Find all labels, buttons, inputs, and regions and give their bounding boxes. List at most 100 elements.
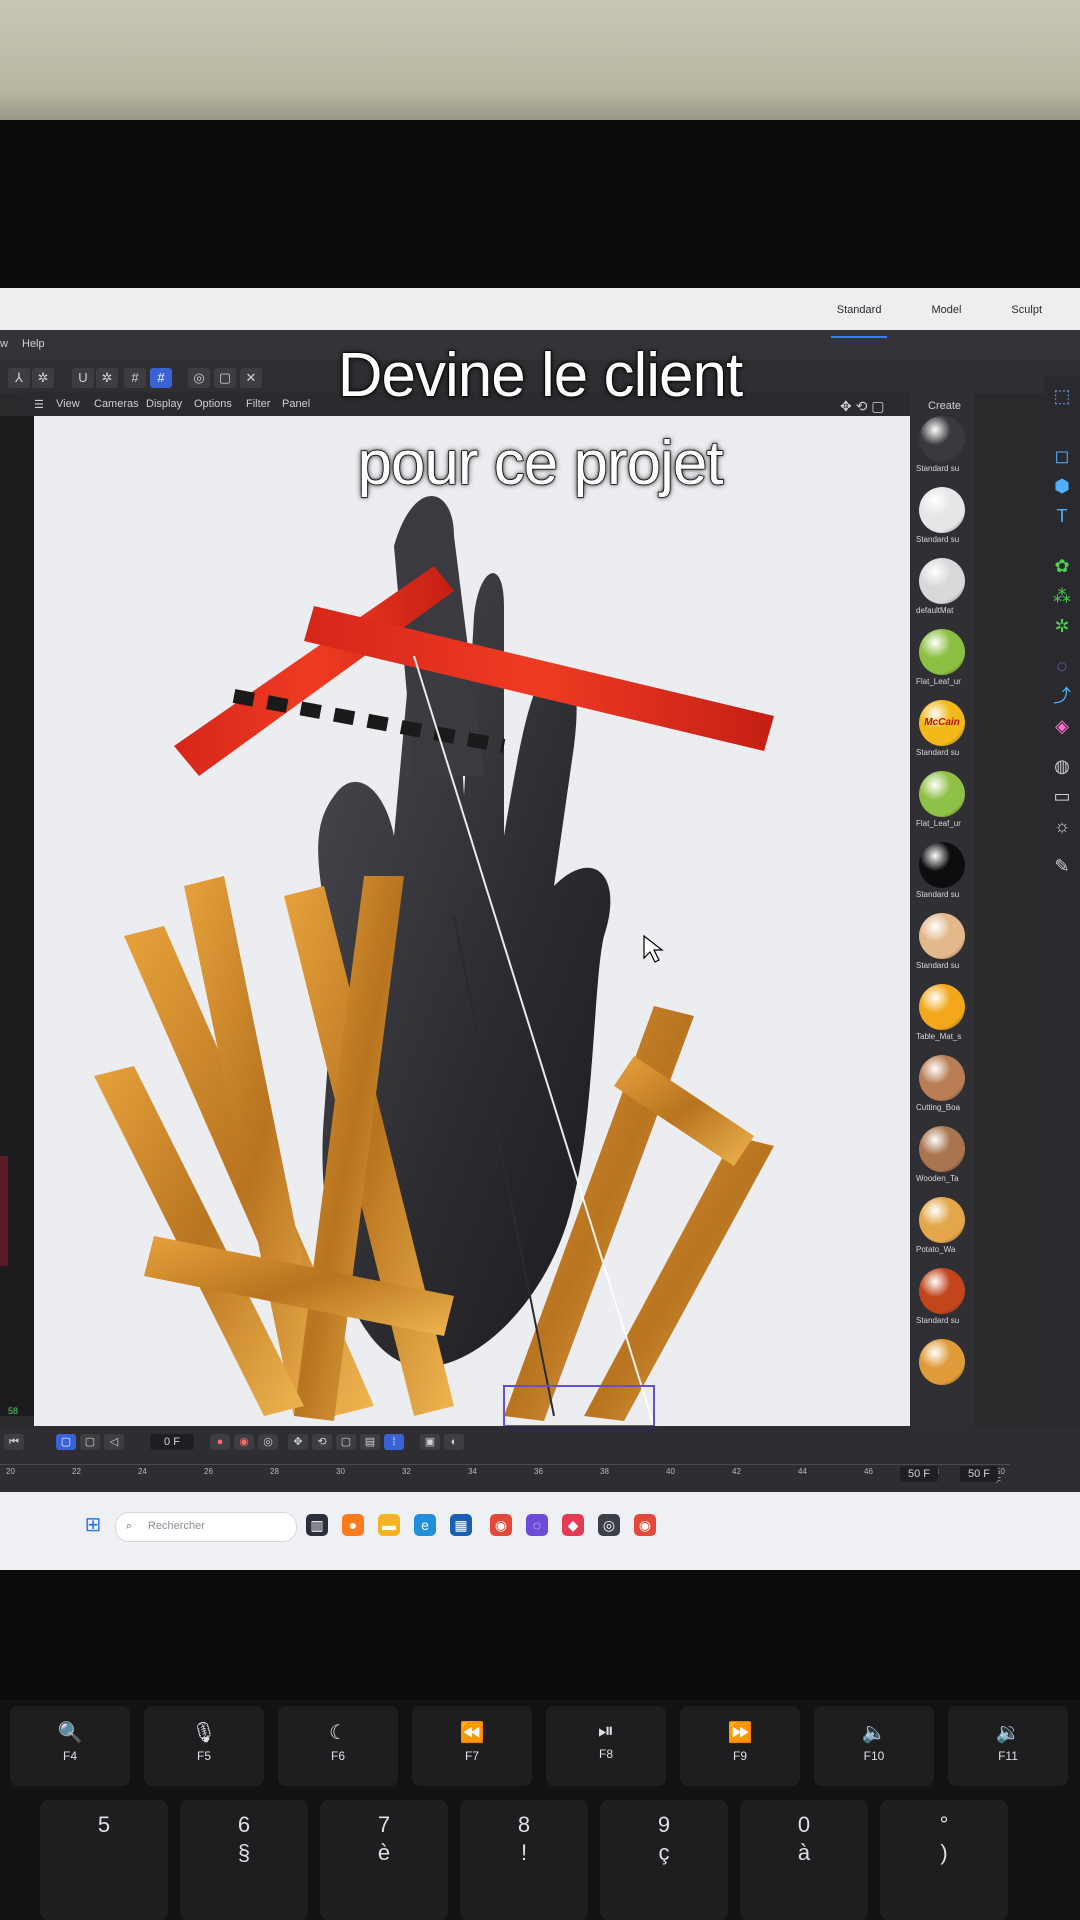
text-icon[interactable]: T xyxy=(1052,506,1072,526)
loop-icon[interactable]: ◐ xyxy=(444,1434,464,1450)
3d-viewport[interactable] xyxy=(34,416,910,1426)
function-key[interactable]: ⏯ F8 xyxy=(546,1706,666,1786)
firefox-icon[interactable]: ● xyxy=(342,1514,364,1536)
search-icon: ⌕ xyxy=(126,1520,133,1532)
material-swatch[interactable]: Flat_Leaf_ur xyxy=(916,629,968,686)
record-key-icon[interactable]: ▢ xyxy=(56,1434,76,1450)
material-preview xyxy=(919,1197,965,1243)
material-swatch[interactable]: Standard su xyxy=(916,913,968,970)
material-swatch[interactable]: Standard su xyxy=(916,1268,968,1325)
cloner-icon[interactable]: ⁂ xyxy=(1052,586,1072,606)
material-label: Flat_Leaf_ur xyxy=(916,819,961,828)
key-symbol-icon: 🔍 xyxy=(57,1722,83,1744)
function-key[interactable]: ⏪ F7 xyxy=(412,1706,532,1786)
audio-icon[interactable]: ◁ xyxy=(104,1434,124,1450)
function-key[interactable]: 🔈 F10 xyxy=(814,1706,934,1786)
material-swatch[interactable]: Potato_Wa xyxy=(916,1197,968,1254)
timeline-tick-label: 46 xyxy=(864,1467,873,1476)
generator-icon[interactable]: ✿ xyxy=(1052,556,1072,576)
number-key[interactable]: 0à xyxy=(740,1800,868,1920)
material-preview xyxy=(919,629,965,675)
material-swatch[interactable]: Table_Mat_s xyxy=(916,984,968,1041)
function-key[interactable]: 🔉 F11 xyxy=(948,1706,1068,1786)
timeline-tick-label: 34 xyxy=(468,1467,477,1476)
material-label: Flat_Leaf_ur xyxy=(916,677,961,686)
material-swatch[interactable]: McCain Standard su xyxy=(916,700,968,757)
material-label: Wooden_Ta xyxy=(916,1174,959,1183)
timeline-tick-label: 36 xyxy=(534,1467,543,1476)
task-view-icon[interactable]: ▥ xyxy=(306,1514,328,1536)
number-key[interactable]: 5 xyxy=(40,1800,168,1920)
point-level-icon[interactable]: ⁞ xyxy=(384,1434,404,1450)
timeline-tick-label: 28 xyxy=(270,1467,279,1476)
key-label: F11 xyxy=(998,1749,1018,1763)
max-frame-field[interactable]: 50 F xyxy=(960,1466,998,1482)
chrome-icon[interactable]: ◉ xyxy=(490,1514,512,1536)
function-key[interactable]: 🔍 F4 xyxy=(10,1706,130,1786)
key-symbol-icon: 🎙 xyxy=(191,1722,217,1744)
number-key[interactable]: 6 § xyxy=(180,1800,308,1920)
timeline-ruler[interactable]: 20222426283032343638404244464850 F xyxy=(0,1464,1010,1485)
material-preview: McCain xyxy=(919,700,965,746)
param-key-icon[interactable]: ▤ xyxy=(360,1434,380,1450)
tab-sculpt[interactable]: Sculpt xyxy=(1005,304,1048,338)
store-icon[interactable]: ▦ xyxy=(450,1514,472,1536)
material-preview xyxy=(919,1126,965,1172)
material-label: Standard su xyxy=(916,1316,960,1325)
material-swatch[interactable]: defaultMat xyxy=(916,558,968,615)
function-key[interactable]: ⏩ F9 xyxy=(680,1706,800,1786)
material-swatch[interactable]: Flat_Leaf_ur xyxy=(916,771,968,828)
pen-icon[interactable]: ✎ xyxy=(1052,856,1072,876)
rotate-key-icon[interactable]: ⟲ xyxy=(312,1434,332,1450)
material-swatch[interactable]: Cutting_Boa xyxy=(916,1055,968,1112)
number-key[interactable]: 8! xyxy=(460,1800,588,1920)
app-icon-red[interactable]: ◆ xyxy=(562,1514,584,1536)
record-icon[interactable]: ● xyxy=(210,1434,230,1450)
caption-line-2: pour ce projet xyxy=(357,428,725,499)
edge-icon[interactable]: e xyxy=(414,1514,436,1536)
timeline-bar: ⏮ ▢ ▢ ◁ 0 F ● ◉ ◎ ✥ ⟲ ▢ ▤ ⁞ ▣ ◐ 20 22 24 26… xyxy=(0,1406,1080,1492)
tab-model[interactable]: Model xyxy=(925,304,967,338)
field-icon[interactable]: ◈ xyxy=(1052,716,1072,736)
taskbar-search-input[interactable]: ⌕ Rechercher xyxy=(115,1512,297,1542)
right-toolbar: ⬚ ◻ ⬢ T ✿ ⁂ ✲ ◌ ⤴ ◈ ◍ ▭ ☼ ✎ xyxy=(1044,376,1080,1426)
windows-start-icon[interactable]: ⊞ xyxy=(82,1514,104,1536)
key-bottom-label: 5 xyxy=(97,1812,111,1837)
tab-standard[interactable]: Standard xyxy=(830,304,888,338)
key-label: F4 xyxy=(62,1749,77,1763)
key-top-label: 0 xyxy=(797,1812,811,1837)
caption-line-1: Devine le client xyxy=(337,340,744,411)
light-icon[interactable]: ☼ xyxy=(1052,816,1072,836)
function-key[interactable]: 🎙 F5 xyxy=(144,1706,264,1786)
go-start-icon[interactable]: ⏮ xyxy=(4,1434,24,1450)
key-top-label: 6 xyxy=(237,1812,251,1837)
number-key[interactable]: 9ç xyxy=(600,1800,728,1920)
camera-icon[interactable]: ▭ xyxy=(1052,786,1072,806)
move-key-icon[interactable]: ✥ xyxy=(288,1434,308,1450)
fps-icon[interactable]: ▣ xyxy=(420,1434,440,1450)
effector-icon[interactable]: ✲ xyxy=(1052,616,1072,636)
globe-icon[interactable]: ◍ xyxy=(1052,756,1072,776)
current-frame-field[interactable]: 0 F xyxy=(150,1434,194,1450)
windows-taskbar: ⊞ ⌕ Rechercher ▥ ● ▬ e ▦ ◉ ◌ ◆ ◎ ◉ xyxy=(0,1492,1080,1570)
auto-key-icon[interactable]: ◉ xyxy=(234,1434,254,1450)
keyframe-settings-icon[interactable]: ◎ xyxy=(258,1434,278,1450)
keyframe-icon[interactable]: ▢ xyxy=(80,1434,100,1450)
timeline-tick-label: 22 xyxy=(72,1467,81,1476)
cinema4d-icon[interactable]: ◎ xyxy=(598,1514,620,1536)
file-explorer-icon[interactable]: ▬ xyxy=(378,1514,400,1536)
deformer-icon[interactable]: ◌ xyxy=(1052,656,1072,676)
material-swatch[interactable]: Standard su xyxy=(916,842,968,899)
number-key[interactable]: 7è xyxy=(320,1800,448,1920)
key-label: F5 xyxy=(196,1749,211,1763)
scale-key-icon[interactable]: ▢ xyxy=(336,1434,356,1450)
chrome-profile-icon[interactable]: ◉ xyxy=(634,1514,656,1536)
key-label: F6 xyxy=(330,1749,345,1763)
material-swatch[interactable] xyxy=(916,1339,968,1387)
app-icon-purple[interactable]: ◌ xyxy=(526,1514,548,1536)
material-swatch[interactable]: Wooden_Ta xyxy=(916,1126,968,1183)
spline-icon[interactable]: ⤴ xyxy=(1052,686,1072,706)
function-key[interactable]: ☾ F6 xyxy=(278,1706,398,1786)
number-key[interactable]: °) xyxy=(880,1800,1008,1920)
end-frame-field[interactable]: 50 F xyxy=(900,1466,938,1482)
